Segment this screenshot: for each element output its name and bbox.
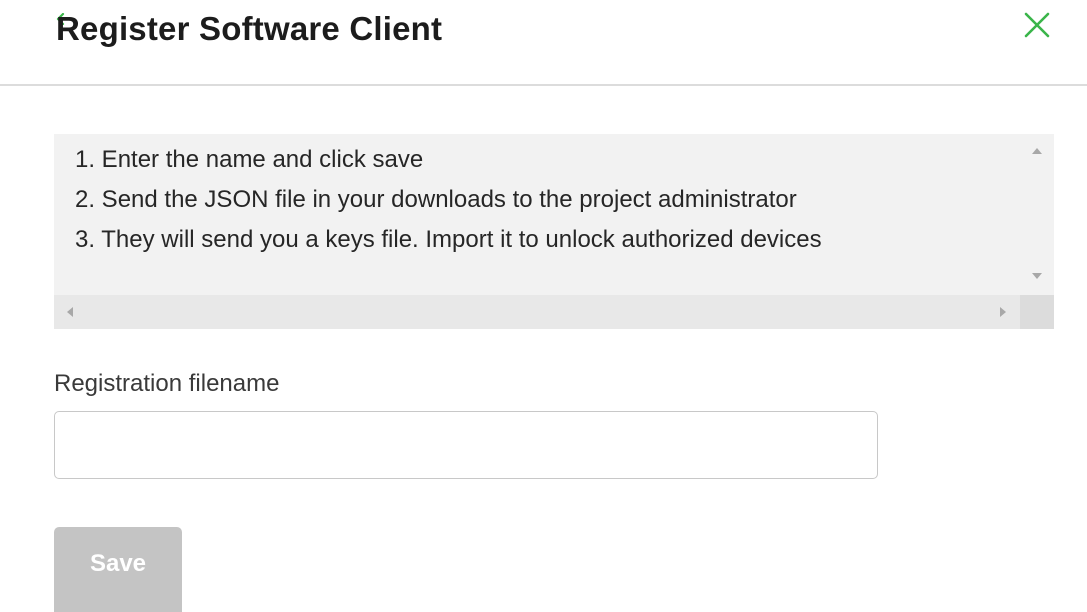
instruction-step-1: 1. Enter the name and click save (75, 146, 424, 173)
instructions-content: 1. Enter the name and click save 2. Send… (54, 134, 1020, 295)
instruction-step-3: 3. They will send you a keys file. Impor… (75, 226, 822, 253)
save-button[interactable]: Save (54, 527, 182, 612)
instructions-list: 1. Enter the name and click save 2. Send… (75, 140, 822, 260)
registration-filename-input[interactable] (54, 411, 878, 479)
scroll-down-arrow-icon[interactable] (1032, 273, 1042, 279)
registration-filename-label: Registration filename (54, 370, 280, 397)
dialog-title: Register Software Client (56, 10, 443, 47)
dialog-header: Register Software Client (0, 0, 1087, 86)
vertical-scrollbar[interactable] (1020, 134, 1054, 295)
scroll-left-arrow-icon[interactable] (67, 307, 73, 317)
close-icon[interactable] (1022, 10, 1052, 40)
instructions-panel: 1. Enter the name and click save 2. Send… (54, 134, 1054, 329)
scrollbar-corner (1020, 295, 1054, 329)
scroll-up-arrow-icon[interactable] (1032, 148, 1042, 154)
instruction-step-2: 2. Send the JSON file in your downloads … (75, 186, 797, 213)
scroll-right-arrow-icon[interactable] (1000, 307, 1006, 317)
register-software-client-dialog: Register Software Client 1. Enter the na… (0, 0, 1087, 612)
horizontal-scrollbar[interactable] (54, 295, 1020, 329)
